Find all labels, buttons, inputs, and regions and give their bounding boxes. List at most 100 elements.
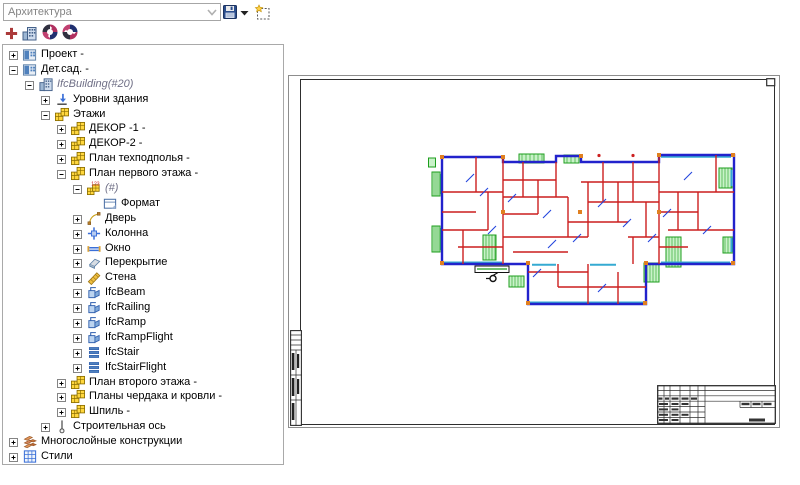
- tree-item[interactable]: Шпиль -: [3, 404, 283, 419]
- project-icon: [22, 47, 38, 62]
- format-icon: [102, 196, 118, 211]
- tree-item[interactable]: Проект -: [3, 47, 283, 62]
- tree-item[interactable]: IfcStair: [3, 345, 283, 360]
- tree-item[interactable]: Формат: [3, 196, 283, 211]
- expand-icon[interactable]: [9, 452, 18, 461]
- tree-item[interactable]: IfcBuilding(#20): [3, 77, 283, 92]
- floors123-icon: 123: [86, 181, 102, 196]
- floors-icon: [70, 404, 86, 419]
- expand-icon[interactable]: [73, 303, 82, 312]
- stair-icon: [86, 345, 102, 360]
- levels-icon: [54, 92, 70, 107]
- expand-icon[interactable]: [73, 273, 82, 282]
- expand-icon[interactable]: [57, 407, 66, 416]
- ifc-icon: [86, 300, 102, 315]
- expand-icon[interactable]: [57, 154, 66, 163]
- expand-icon[interactable]: [73, 318, 82, 327]
- tree-item-label: IfcStair: [105, 345, 139, 360]
- stair-hatch-zones: [429, 154, 734, 287]
- tree-item-label: IfcBuilding(#20): [57, 77, 133, 92]
- tree-item[interactable]: Стена: [3, 270, 283, 285]
- expand-icon[interactable]: [9, 50, 18, 59]
- building-button[interactable]: [20, 24, 38, 42]
- tree-item[interactable]: Этажи: [3, 107, 283, 122]
- tree-item[interactable]: ДЕКОР -1 -: [3, 121, 283, 136]
- tree-item-label: Колонна: [105, 226, 148, 241]
- tree-item-label: Дверь: [105, 211, 136, 226]
- collapse-icon[interactable]: [25, 80, 34, 89]
- expand-icon[interactable]: [73, 229, 82, 238]
- expand-icon[interactable]: [73, 214, 82, 223]
- star-dashed-icon: [254, 4, 271, 21]
- expand-icon[interactable]: [73, 348, 82, 357]
- expand-icon[interactable]: [73, 244, 82, 253]
- marker-dot: [597, 154, 600, 157]
- tree-item[interactable]: IfcStairFlight: [3, 360, 283, 375]
- expand-icon[interactable]: [57, 124, 66, 133]
- collapse-icon[interactable]: [41, 110, 50, 119]
- expand-icon[interactable]: [73, 363, 82, 372]
- sync-forward-button[interactable]: [41, 23, 59, 41]
- stair-icon: [86, 360, 102, 375]
- add-button[interactable]: [2, 24, 20, 42]
- floors-icon: [70, 136, 86, 151]
- new-selection-button[interactable]: [253, 3, 271, 21]
- sync-icon: [61, 23, 79, 41]
- tree-item[interactable]: Многослойные конструкции: [3, 434, 283, 449]
- tree-item-label: IfcStairFlight: [105, 360, 166, 375]
- project-tree[interactable]: Проект -Дет.сад. -IfcBuilding(#20)Уровни…: [2, 44, 284, 465]
- tree-item-label: ДЕКОР-2 -: [89, 136, 142, 151]
- tree-item[interactable]: IfcRamp: [3, 315, 283, 330]
- profile-combobox[interactable]: Архитектура: [3, 3, 221, 21]
- tree-item-label: IfcRamp: [105, 315, 146, 330]
- tree-item[interactable]: IfcRampFlight: [3, 330, 283, 345]
- tree-item[interactable]: Дверь: [3, 211, 283, 226]
- save-dropdown[interactable]: [238, 4, 250, 22]
- expand-icon[interactable]: [73, 258, 82, 267]
- floppy-icon: [222, 4, 238, 20]
- collapse-icon[interactable]: [73, 184, 82, 193]
- tree-item[interactable]: План второго этажа -: [3, 375, 283, 390]
- tree-item[interactable]: Планы чердака и кровли -: [3, 389, 283, 404]
- expand-icon[interactable]: [73, 288, 82, 297]
- tree-item[interactable]: IfcRailing: [3, 300, 283, 315]
- door-icon: [86, 211, 102, 226]
- tree-item[interactable]: Стили: [3, 449, 283, 464]
- tree-item[interactable]: Перекрытие: [3, 255, 283, 270]
- tree-item-label: Строительная ось: [73, 419, 166, 434]
- tree-item[interactable]: План техподполья -: [3, 151, 283, 166]
- entrance-ramp: [475, 266, 509, 282]
- tree-item-label: Перекрытие: [105, 255, 167, 270]
- expand-icon[interactable]: [57, 392, 66, 401]
- expand-icon[interactable]: [41, 95, 50, 104]
- side-stamp: [290, 330, 302, 426]
- floors-icon: [70, 389, 86, 404]
- collapse-icon[interactable]: [57, 169, 66, 178]
- tree-item-label: Стили: [41, 449, 73, 464]
- tree-item[interactable]: План первого этажа -: [3, 166, 283, 181]
- tree-item[interactable]: Уровни здания: [3, 92, 283, 107]
- tree-item[interactable]: Дет.сад. -: [3, 62, 283, 77]
- save-button[interactable]: [221, 3, 239, 21]
- expand-icon[interactable]: [9, 437, 18, 446]
- tree-item[interactable]: 123(#): [3, 181, 283, 196]
- expand-icon[interactable]: [57, 378, 66, 387]
- building-icon: [21, 25, 38, 42]
- expand-icon[interactable]: [73, 333, 82, 342]
- tree-item-label: Планы чердака и кровли -: [89, 389, 222, 404]
- drawing-canvas[interactable]: [285, 0, 800, 485]
- tree-item[interactable]: Окно: [3, 241, 283, 256]
- chevron-down-icon[interactable]: [204, 4, 220, 20]
- tree-item-label: План техподполья -: [89, 151, 190, 166]
- styles-icon: [22, 449, 38, 464]
- tree-item[interactable]: ДЕКОР-2 -: [3, 136, 283, 151]
- sync-back-button[interactable]: [61, 23, 79, 41]
- expand-icon[interactable]: [41, 422, 50, 431]
- title-block: [657, 385, 776, 424]
- tree-item[interactable]: IfcBeam: [3, 285, 283, 300]
- floors-icon: [70, 166, 86, 181]
- tree-item[interactable]: Строительная ось: [3, 419, 283, 434]
- collapse-icon[interactable]: [9, 65, 18, 74]
- tree-item[interactable]: Колонна: [3, 226, 283, 241]
- expand-icon[interactable]: [57, 139, 66, 148]
